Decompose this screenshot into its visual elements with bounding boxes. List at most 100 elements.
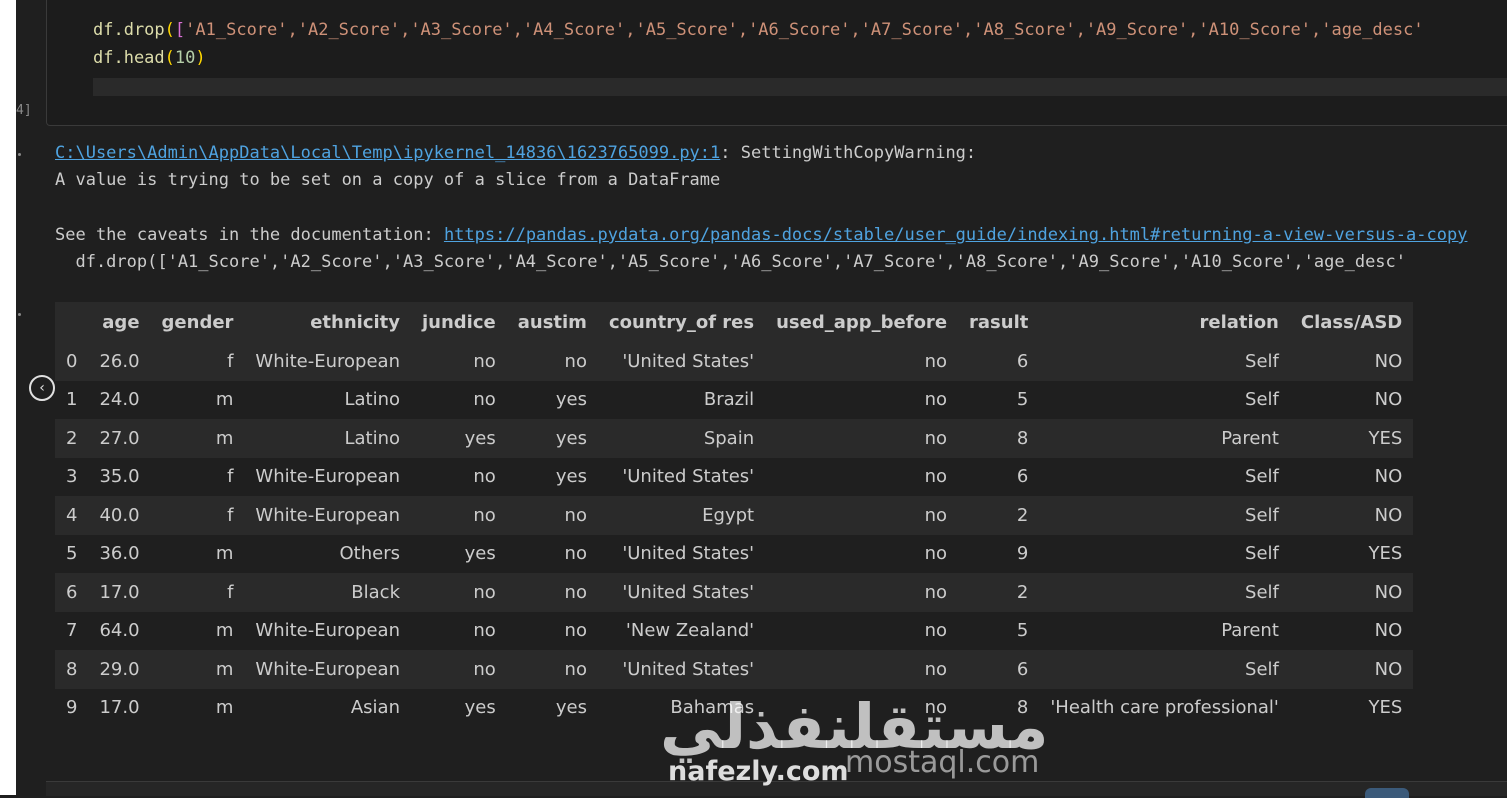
code-fn-head: df.head	[93, 48, 165, 68]
chevron-left-icon[interactable]: ‹	[29, 375, 55, 401]
table-cell: 64.0	[99, 620, 140, 642]
table-cell: NO	[1374, 389, 1403, 411]
execution-count: 4]	[16, 103, 32, 118]
table-cell: no	[473, 504, 496, 526]
table-cell: 40.0	[99, 504, 140, 526]
table-cell: no	[564, 658, 587, 680]
table-cell: NO	[1374, 581, 1403, 603]
warning-message: A value is trying to be set on a copy of…	[55, 170, 721, 190]
table-cell: f	[227, 581, 234, 603]
table-row-index: 8	[66, 658, 78, 680]
table-cell: 'United States'	[622, 581, 755, 603]
table-cell: YES	[1368, 543, 1403, 565]
table-cell: 'New Zealand'	[625, 620, 755, 642]
table-cell: no	[924, 389, 948, 411]
caveats-doc-link[interactable]: https://pandas.pydata.org/pandas-docs/st…	[444, 225, 1468, 245]
table-column-header: country_of res	[608, 311, 755, 333]
warning-source-line: df.drop(['A1_Score','A2_Score','A3_Score…	[55, 252, 1407, 272]
table-cell: 2	[1016, 581, 1029, 603]
table-cell: no	[924, 466, 948, 488]
code-line-1[interactable]: df.drop(['A1_Score','A2_Score','A3_Score…	[93, 20, 1424, 40]
table-cell: Self	[1245, 389, 1279, 411]
table-cell: Parent	[1221, 620, 1279, 642]
table-cell: 'United States'	[622, 658, 755, 680]
table-body: 0 26.0 f White-European no no 'United States' n…	[55, 342, 1414, 727]
table-cell: yes	[555, 427, 587, 449]
table-cell: m	[215, 658, 234, 680]
table-cell: Latino	[344, 389, 400, 411]
table-row: 5 36.0 m Others yes no 'United States' no 9 Self Y…	[55, 534, 1414, 573]
editor-active-line	[93, 78, 1507, 96]
warning-source-link[interactable]: C:\Users\Admin\AppData\Local\Temp\ipyker…	[55, 143, 720, 163]
warning-line: C:\Users\Admin\AppData\Local\Temp\ipyker…	[55, 143, 976, 163]
table-cell: White-European	[255, 466, 400, 488]
table-cell: yes	[464, 427, 496, 449]
table-column-header: used_app_before	[776, 311, 948, 333]
table-column-header: austim	[517, 311, 587, 333]
table-cell: NO	[1374, 504, 1403, 526]
table-cell: NO	[1374, 620, 1403, 642]
table-cell: 5	[1016, 389, 1029, 411]
table-cell: Self	[1245, 658, 1279, 680]
table-cell: no	[564, 620, 587, 642]
table-cell: no	[924, 350, 948, 372]
table-cell: 'Health care professional'	[1050, 697, 1279, 719]
warning-title: : SettingWithCopyWarning:	[720, 143, 977, 163]
table-cell: 24.0	[99, 389, 140, 411]
table-cell: no	[924, 658, 948, 680]
caveats-text: See the caveats in the documentation:	[55, 225, 444, 245]
table-cell: no	[473, 350, 496, 372]
watermark-nafezly: nafezly.com	[668, 756, 849, 787]
table-cell: NO	[1374, 466, 1403, 488]
table-cell: NO	[1374, 350, 1403, 372]
table-row-index: 4	[66, 504, 78, 526]
table-cell: Self	[1245, 350, 1279, 372]
table-cell: 6	[1016, 658, 1029, 680]
table-index-header	[55, 302, 88, 342]
table-cell: no	[564, 350, 587, 372]
table-cell: no	[924, 504, 948, 526]
code-line-2[interactable]: df.head(10)	[93, 48, 206, 68]
table-cell: no	[924, 581, 948, 603]
table-header-row: age gender ethnicity jundice austim country_o…	[55, 302, 1414, 342]
table-row-index: 0	[66, 350, 78, 372]
table-cell: no	[924, 543, 948, 565]
table-row-index: 2	[66, 427, 78, 449]
table-cell: Self	[1245, 504, 1279, 526]
table-row: 2 27.0 m Latino yes yes Spain no 8 Parent YES	[55, 419, 1414, 458]
table-row-index: 1	[66, 389, 78, 411]
table-cell: no	[473, 466, 496, 488]
table-cell: m	[215, 389, 234, 411]
table-row: 3 35.0 f White-European no yes 'United States'…	[55, 457, 1414, 496]
table-row-index: 9	[66, 697, 78, 719]
table-cell: m	[215, 697, 234, 719]
table-cell: 8	[1016, 427, 1029, 449]
table-cell: 26.0	[99, 350, 140, 372]
table-column-header: Class/ASD	[1300, 311, 1403, 333]
table-row-index: 5	[66, 543, 78, 565]
watermark-mostaql: mostaql.com	[845, 745, 1040, 780]
table-row-index: 6	[66, 581, 78, 603]
table-cell: 'United States'	[622, 350, 755, 372]
scroll-indicator[interactable]	[1365, 788, 1409, 798]
table-row: 4 40.0 f White-European no no Egypt no 2 Self NO	[55, 496, 1414, 535]
table-row-index: 3	[66, 466, 78, 488]
table-cell: Self	[1245, 466, 1279, 488]
table-column-header: age	[102, 311, 140, 333]
table-cell: White-European	[255, 350, 400, 372]
table-row: 8 29.0 m White-European no no 'United States' n…	[55, 650, 1414, 689]
table-row: 1 24.0 m Latino no yes Brazil no 5 Self NO	[55, 380, 1414, 419]
table-cell: Self	[1245, 581, 1279, 603]
caveats-line: See the caveats in the documentation: ht…	[55, 225, 1467, 245]
table-cell: no	[473, 620, 496, 642]
table-cell: yes	[555, 466, 587, 488]
table-cell: White-European	[255, 504, 400, 526]
table-cell: 2	[1016, 504, 1029, 526]
table-cell: 5	[1016, 620, 1029, 642]
table-cell: 17.0	[99, 697, 140, 719]
code-cell[interactable]	[46, 0, 1507, 126]
table-cell: no	[924, 620, 948, 642]
table-cell: 'United States'	[622, 543, 755, 565]
table-cell: f	[227, 466, 234, 488]
table-column-header: ethnicity	[310, 311, 400, 333]
